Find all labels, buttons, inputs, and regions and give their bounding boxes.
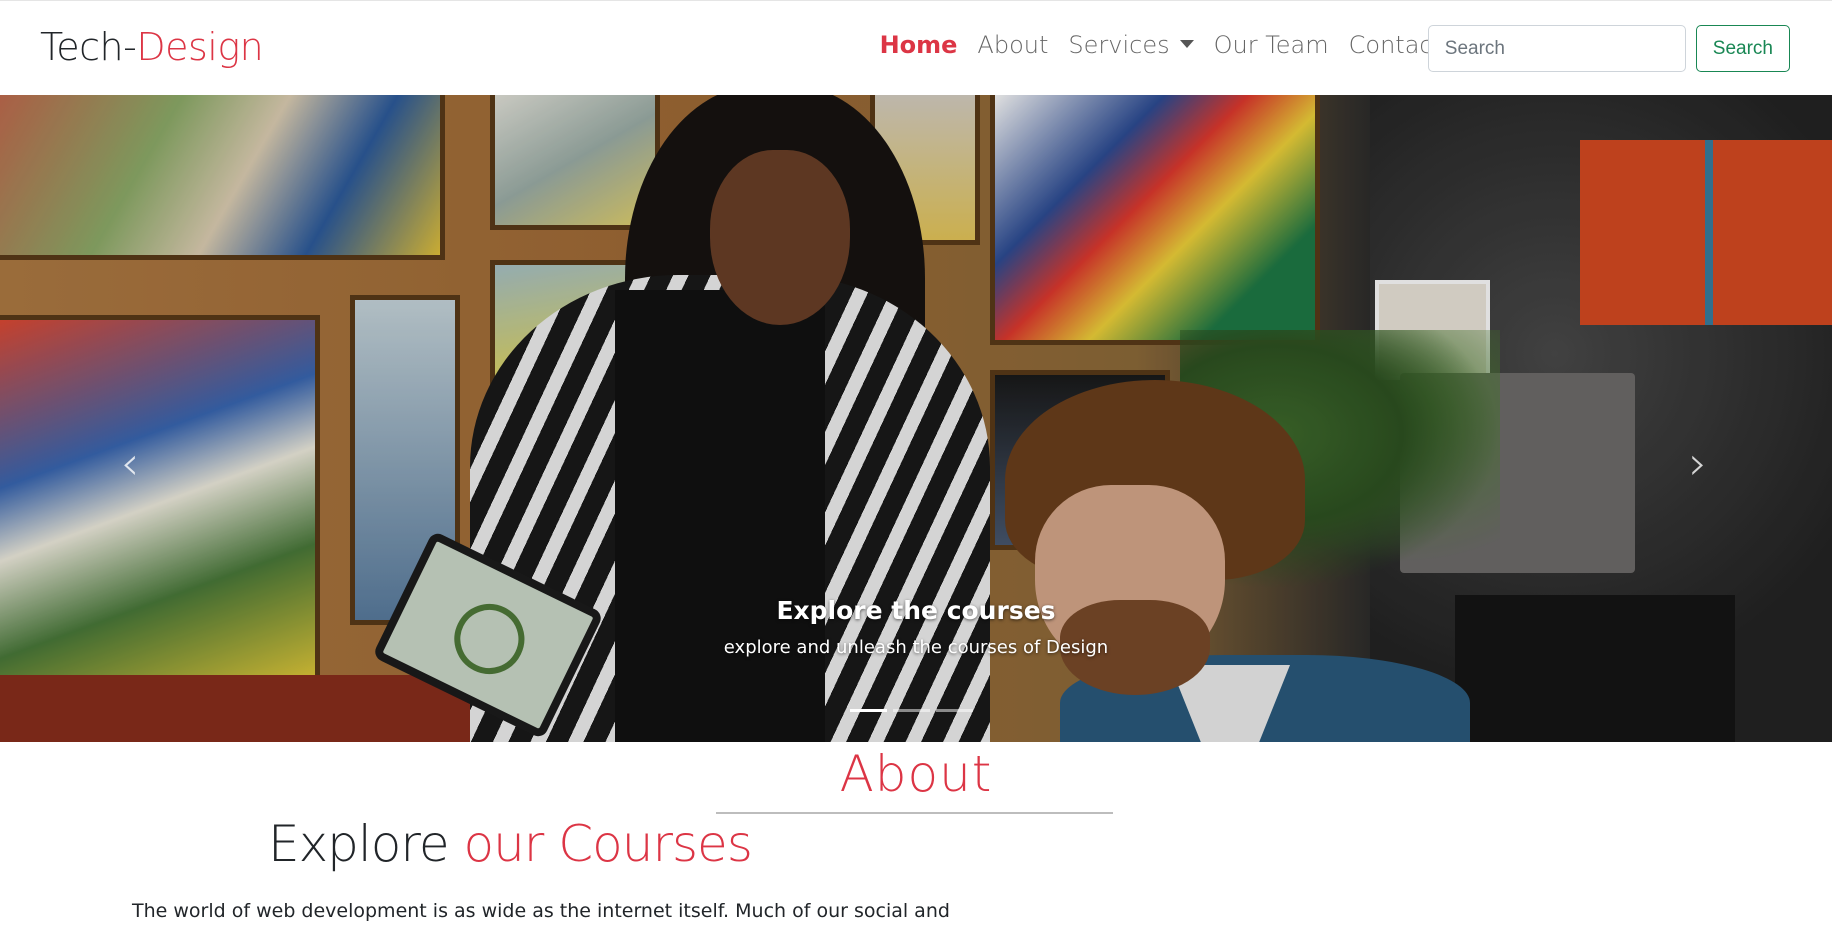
courses-heading: Explore our Courses	[268, 815, 753, 873]
carousel-indicators	[850, 709, 973, 712]
about-paragraph: The world of web development is as wide …	[132, 900, 950, 922]
nav-services[interactable]: Services	[1058, 31, 1203, 59]
hero-carousel: ‹ › Explore the courses explore and unle…	[0, 95, 1832, 742]
nav-home[interactable]: Home	[870, 31, 968, 59]
carousel-caption-title: Explore the courses	[776, 596, 1056, 625]
carousel-caption-subtitle: explore and unleash the courses of Desig…	[723, 637, 1109, 658]
carousel-indicator-3[interactable]	[936, 709, 973, 712]
search-form: Search	[1427, 25, 1790, 72]
courses-heading-prefix: Explore	[268, 815, 450, 873]
brand-logo[interactable]: Tech-Design	[40, 25, 264, 69]
chevron-down-icon	[1179, 40, 1194, 48]
brand-prefix: Tech-	[40, 25, 137, 69]
chevron-right-icon: ›	[1688, 436, 1708, 490]
brand-accent: Design	[136, 25, 264, 69]
about-divider	[716, 812, 1113, 814]
search-input[interactable]	[1427, 25, 1686, 72]
courses-heading-accent: our Courses	[463, 815, 753, 873]
carousel-prev-button[interactable]: ‹	[100, 433, 160, 493]
navbar: Tech-Design Home About Services Our Team…	[0, 0, 1832, 95]
carousel-indicator-1[interactable]	[850, 709, 887, 712]
chevron-left-icon: ‹	[120, 436, 140, 490]
carousel-indicator-2[interactable]	[893, 709, 930, 712]
search-button[interactable]: Search	[1695, 25, 1790, 72]
about-heading: About	[839, 745, 993, 803]
main-nav: Home About Services Our Team Contact	[870, 31, 1452, 59]
carousel-caption: Explore the courses explore and unleash …	[0, 596, 1832, 658]
nav-services-label: Services	[1068, 31, 1170, 59]
carousel-next-button[interactable]: ›	[1668, 433, 1728, 493]
nav-about[interactable]: About	[967, 31, 1058, 59]
nav-our-team[interactable]: Our Team	[1204, 31, 1339, 59]
